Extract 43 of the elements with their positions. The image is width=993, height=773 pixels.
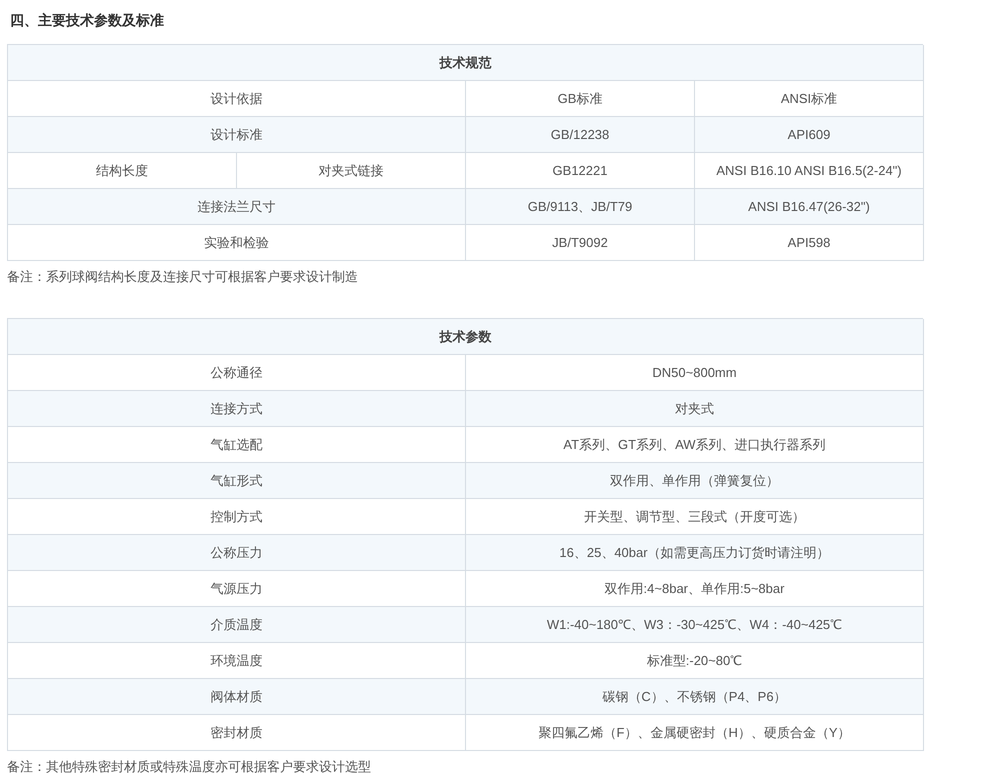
table-cell: 气缸选配 (8, 427, 466, 463)
table-cell: DN50~800mm (466, 355, 924, 391)
table-cell: 设计依据 (8, 81, 466, 117)
table-cell: 标准型:-20~80℃ (466, 643, 924, 679)
table-cell: W1:-40~180℃、W3：-30~425℃、W4：-40~425℃ (466, 607, 924, 643)
table-cell: 双作用:4~8bar、单作用:5~8bar (466, 571, 924, 607)
table-cell: 阀体材质 (8, 679, 466, 715)
section-heading: 四、主要技术参数及标准 (9, 11, 165, 30)
table-cell: 开关型、调节型、三段式（开度可选） (466, 499, 924, 535)
table-cell: 碳钢（C）、不锈钢（P4、P6） (466, 679, 924, 715)
table-cell: 对夹式 (466, 391, 924, 427)
table-cell: GB/12238 (466, 117, 695, 153)
table-cell: GB12221 (466, 153, 695, 189)
table-cell: 连接法兰尺寸 (8, 189, 466, 225)
table-cell: API598 (695, 225, 924, 261)
table-cell: ANSI B16.10 ANSI B16.5(2-24") (695, 153, 924, 189)
table-cell: 公称通径 (8, 355, 466, 391)
table-cell: 控制方式 (8, 499, 466, 535)
table-note: 备注：系列球阀结构长度及连接尺寸可根据客户要求设计制造 (7, 268, 359, 286)
table-cell: 对夹式链接 (237, 153, 466, 189)
table-cell: 实验和检验 (8, 225, 466, 261)
table-cell: 气源压力 (8, 571, 466, 607)
table-cell: 聚四氟乙烯（F）、金属硬密封（H）、硬质合金（Y） (466, 715, 924, 751)
table-header: 技术规范 (8, 45, 924, 81)
table-cell: 密封材质 (8, 715, 466, 751)
table-header: 技术参数 (8, 319, 924, 355)
table-cell: 介质温度 (8, 607, 466, 643)
table-cell: ANSI标准 (695, 81, 924, 117)
table-cell: GB标准 (466, 81, 695, 117)
table-cell: API609 (695, 117, 924, 153)
table-cell: 设计标准 (8, 117, 466, 153)
table-cell: JB/T9092 (466, 225, 695, 261)
table-cell: 公称压力 (8, 535, 466, 571)
table-cell: ANSI B16.47(26-32") (695, 189, 924, 225)
table-cell: 结构长度 (8, 153, 237, 189)
table-cell: AT系列、GT系列、AW系列、进口执行器系列 (466, 427, 924, 463)
table-cell: GB/9113、JB/T79 (466, 189, 695, 225)
table-cell: 环境温度 (8, 643, 466, 679)
table-cell: 气缸形式 (8, 463, 466, 499)
table-cell: 连接方式 (8, 391, 466, 427)
table-cell: 16、25、40bar（如需更高压力订货时请注明） (466, 535, 924, 571)
table-note: 备注：其他特殊密封材质或特殊温度亦可根据客户要求设计选型 (7, 758, 372, 773)
table-cell: 双作用、单作用（弹簧复位） (466, 463, 924, 499)
